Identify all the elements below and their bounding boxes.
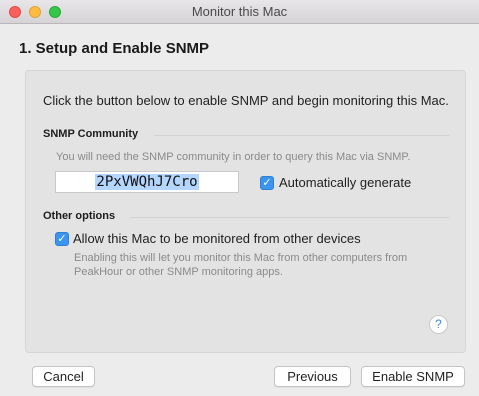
enable-snmp-button[interactable]: Enable SNMP xyxy=(361,366,465,387)
window-title: Monitor this Mac xyxy=(191,4,288,19)
setup-panel: Click the button below to enable SNMP an… xyxy=(25,70,466,353)
allow-monitoring-checkbox[interactable]: ✓ xyxy=(55,232,69,246)
checkmark-icon: ✓ xyxy=(262,177,272,189)
snmp-community-field[interactable]: 2PxVWQhJ7Cro xyxy=(55,171,239,193)
step-heading: 1. Setup and Enable SNMP xyxy=(19,40,210,57)
previous-button[interactable]: Previous xyxy=(274,366,351,387)
auto-generate-label[interactable]: Automatically generate xyxy=(279,175,411,190)
community-value: 2PxVWQhJ7Cro xyxy=(95,174,199,190)
checkmark-icon: ✓ xyxy=(57,233,67,245)
community-hint: You will need the SNMP community in orde… xyxy=(56,151,411,163)
snmp-community-label: SNMP Community xyxy=(43,128,139,140)
auto-generate-checkbox[interactable]: ✓ xyxy=(260,176,274,190)
help-icon[interactable]: ? xyxy=(429,315,448,334)
other-options-label: Other options xyxy=(43,210,116,222)
section-divider xyxy=(154,135,449,136)
intro-text: Click the button below to enable SNMP an… xyxy=(43,93,449,108)
allow-monitoring-description: Enabling this will let you monitor this … xyxy=(74,252,408,278)
cancel-button[interactable]: Cancel xyxy=(32,366,95,387)
section-divider xyxy=(130,217,449,218)
title-bar: Monitor this Mac xyxy=(0,0,479,24)
allow-monitoring-label[interactable]: Allow this Mac to be monitored from othe… xyxy=(73,231,361,246)
